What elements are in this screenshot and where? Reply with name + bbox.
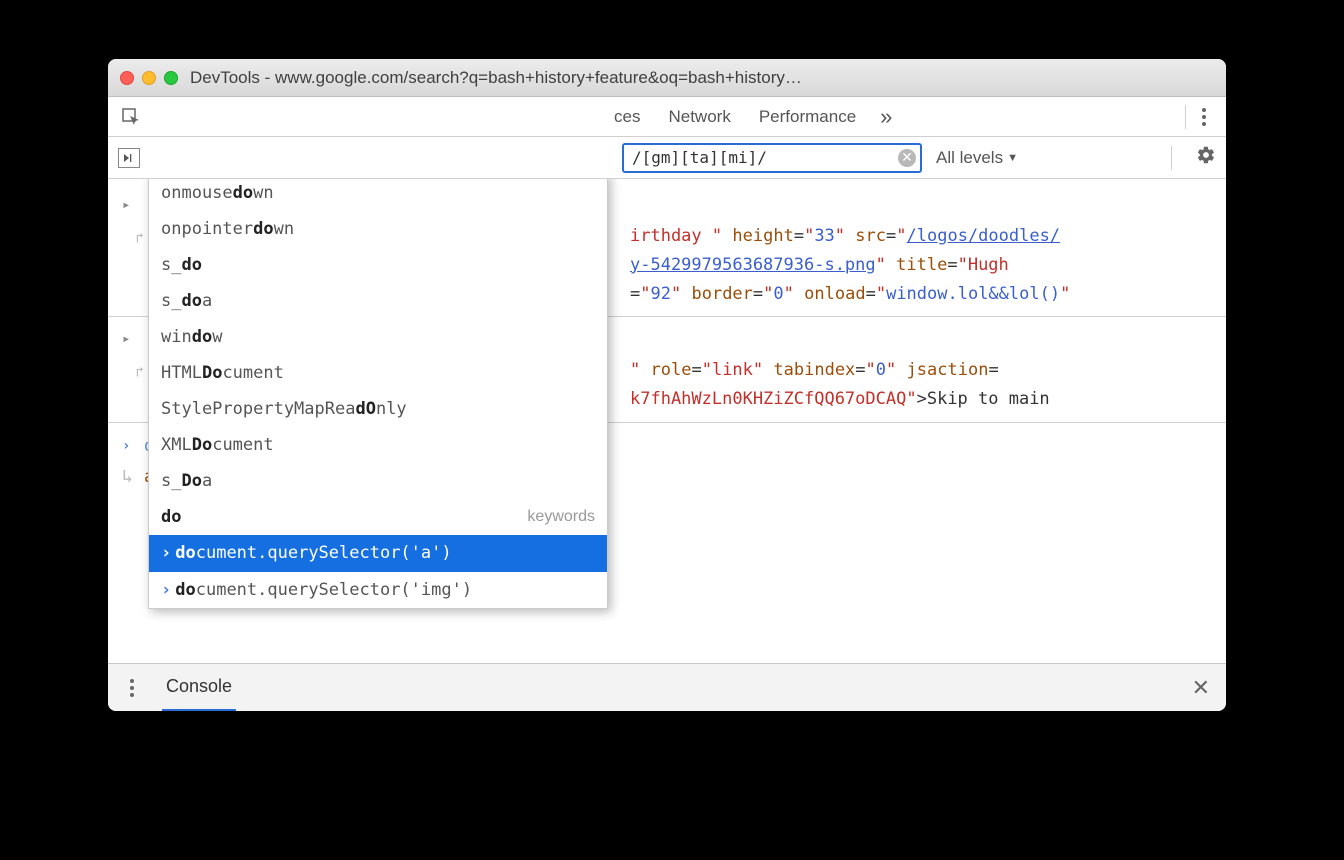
ac-item[interactable]: onpointerdown — [149, 211, 607, 247]
tab-network[interactable]: Network — [654, 97, 744, 136]
autocomplete-popup: onmousedown onpointerdown s_do s_doa win… — [148, 179, 608, 609]
ac-item[interactable]: s_Doa — [149, 463, 607, 499]
close-drawer-icon[interactable]: ✕ — [1192, 675, 1210, 701]
console-settings-icon[interactable] — [1196, 145, 1216, 171]
prompt-chevron-icon: › — [122, 435, 144, 457]
ac-item[interactable]: s_doa — [149, 283, 607, 319]
drawer: Console ✕ — [108, 663, 1226, 711]
clear-filter-icon[interactable]: ✕ — [898, 149, 916, 167]
zoom-window-button[interactable] — [164, 71, 178, 85]
result-arrow-icon: ↳ — [122, 466, 144, 487]
history-chevron-icon: › — [161, 576, 171, 604]
ac-item[interactable]: onmousedown — [149, 179, 607, 211]
window-title: DevTools - www.google.com/search?q=bash+… — [190, 68, 1214, 88]
ac-item[interactable]: s_do — [149, 247, 607, 283]
panel-tabstrip: ces Network Performance » — [108, 97, 1226, 137]
history-chevron-icon: › — [161, 539, 171, 567]
log-levels-dropdown[interactable]: All levels ▼ — [936, 148, 1018, 168]
devtools-window: DevTools - www.google.com/search?q=bash+… — [108, 59, 1226, 711]
expand-icon[interactable]: ▸ — [122, 325, 144, 352]
tab-performance[interactable]: Performance — [745, 97, 870, 136]
traffic-lights — [120, 71, 178, 85]
separator — [1171, 146, 1172, 170]
console-filter-input[interactable] — [622, 143, 922, 173]
ac-history-item[interactable]: ›document.querySelector('a') — [149, 535, 607, 571]
tab-sources-partial[interactable]: ces — [144, 97, 654, 136]
inspect-element-icon[interactable] — [118, 107, 144, 127]
return-arrow-icon: ↲ — [122, 358, 144, 385]
ac-item[interactable]: HTMLDocument — [149, 355, 607, 391]
execution-context-selector[interactable] — [118, 148, 140, 168]
ac-item[interactable]: window — [149, 319, 607, 355]
close-window-button[interactable] — [120, 71, 134, 85]
separator — [1185, 105, 1186, 129]
return-arrow-icon: ↲ — [122, 224, 144, 251]
console-messages: onmousedown onpointerdown s_do s_doa win… — [108, 179, 1226, 663]
tabs-overflow-button[interactable]: » — [870, 97, 902, 136]
minimize-window-button[interactable] — [142, 71, 156, 85]
ac-item[interactable]: XMLDocument — [149, 427, 607, 463]
titlebar: DevTools - www.google.com/search?q=bash+… — [108, 59, 1226, 97]
ac-history-item[interactable]: ›document.querySelector('img') — [149, 572, 607, 608]
drawer-menu-button[interactable] — [120, 679, 144, 697]
chevron-down-icon: ▼ — [1007, 152, 1018, 164]
expand-icon[interactable]: ▸ — [122, 191, 144, 218]
ac-item[interactable]: StylePropertyMapReadOnly — [149, 391, 607, 427]
settings-menu-button[interactable] — [1192, 108, 1216, 126]
ac-item[interactable]: dokeywords — [149, 499, 607, 535]
console-toolbar: ✕ All levels ▼ — [108, 137, 1226, 179]
drawer-tab-console[interactable]: Console — [162, 676, 236, 712]
